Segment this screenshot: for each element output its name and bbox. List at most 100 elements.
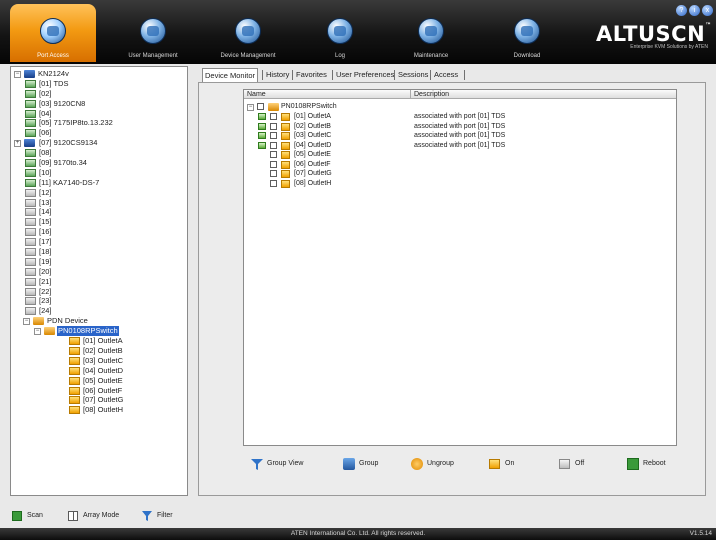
tab-history[interactable]: History xyxy=(264,68,291,82)
help-button[interactable]: ? xyxy=(676,5,687,16)
table-row[interactable]: [07] OutletG xyxy=(244,169,676,179)
tree-node-port[interactable]: [18] xyxy=(11,247,187,257)
reboot-button[interactable]: Reboot xyxy=(627,458,666,470)
tab-sessions[interactable]: Sessions xyxy=(396,68,430,82)
close-button[interactable]: x xyxy=(702,5,713,16)
row-checkbox[interactable] xyxy=(270,113,277,120)
collapse-toggle[interactable]: − xyxy=(247,104,254,111)
row-checkbox[interactable] xyxy=(257,103,264,110)
status-bar: ATEN International Co. Ltd. All rights r… xyxy=(0,528,716,540)
tree-node-pdu-switch[interactable]: − PN0108RPSwitch xyxy=(11,326,187,337)
tree-node-port[interactable]: [16] xyxy=(11,227,187,237)
port-icon xyxy=(25,257,36,266)
app-window: Port Access User Management Device Manag… xyxy=(0,0,716,540)
tab-access[interactable]: Access xyxy=(432,68,460,82)
tree-node-label: [04] OutletD xyxy=(83,365,124,375)
filter-button[interactable]: Filter xyxy=(142,510,173,522)
tree-node-outlet[interactable]: [04] OutletD xyxy=(11,366,187,376)
tree-node-port[interactable]: [15] xyxy=(11,217,187,227)
device-tree-panel[interactable]: − KN2124v [01] TDS [02] [03] 9120CN8 [04] [0… xyxy=(10,66,188,496)
nav-tab-download[interactable]: Download xyxy=(484,4,570,62)
reboot-icon xyxy=(627,458,639,470)
tree-node-port[interactable]: [05] 7175IP8to.13.232 xyxy=(11,118,187,128)
tree-node-outlet[interactable]: [03] OutletC xyxy=(11,356,187,366)
tree-node-port[interactable]: [17] xyxy=(11,237,187,247)
tree-node-label: [01] TDS xyxy=(39,78,69,88)
table-row[interactable]: [01] OutletA associated with port [01] TD… xyxy=(244,112,676,122)
tree-node-port[interactable]: [21] xyxy=(11,277,187,287)
ungroup-label: Ungroup xyxy=(427,460,454,467)
table-row[interactable]: [08] OutletH xyxy=(244,179,676,189)
column-header-name[interactable]: Name xyxy=(244,90,266,99)
tree-node-outlet[interactable]: [06] OutletF xyxy=(11,386,187,396)
tree-node-outlet[interactable]: [01] OutletA xyxy=(11,336,187,346)
outlet-description: associated with port [01] TDS xyxy=(414,113,506,120)
tree-node-port[interactable]: [23] xyxy=(11,296,187,306)
nav-tab-log[interactable]: Log xyxy=(297,4,383,62)
off-button[interactable]: Off xyxy=(559,458,584,470)
tree-node-port[interactable]: [22] xyxy=(11,287,187,297)
row-checkbox[interactable] xyxy=(270,179,277,187)
table-row[interactable]: [04] OutletD associated with port [01] TD… xyxy=(244,141,676,151)
tree-node-outlet[interactable]: [05] OutletE xyxy=(11,376,187,386)
expand-toggle[interactable]: + xyxy=(14,140,21,148)
ungroup-button[interactable]: Ungroup xyxy=(411,458,454,470)
row-checkbox[interactable] xyxy=(270,141,277,149)
tree-node-port[interactable]: [08] xyxy=(11,148,187,158)
tree-node-outlet[interactable]: [08] OutletH xyxy=(11,405,187,415)
row-checkbox[interactable] xyxy=(270,160,277,168)
tree-node-port[interactable]: [11] KA7140-DS-7 xyxy=(11,178,187,188)
row-checkbox[interactable] xyxy=(270,122,277,130)
nav-tab-maintenance[interactable]: Maintenance xyxy=(388,4,474,62)
on-button[interactable]: On xyxy=(489,458,514,470)
copyright-text: ATEN International Co. Ltd. All rights r… xyxy=(290,530,426,537)
row-checkbox[interactable] xyxy=(270,151,277,158)
port-icon xyxy=(25,129,36,138)
tree-node-port[interactable]: [02] xyxy=(11,89,187,99)
tree-node-port[interactable]: [01] TDS xyxy=(11,79,187,89)
group-view-button[interactable]: Group View xyxy=(251,458,303,470)
nav-tab-user-management[interactable]: User Management xyxy=(110,4,196,62)
tab-user-preferences[interactable]: User Preferences xyxy=(334,68,396,82)
tree-node-port[interactable]: [13] xyxy=(11,198,187,208)
tree-node-root[interactable]: − KN2124v xyxy=(11,69,187,79)
info-button[interactable]: i xyxy=(689,5,700,16)
port-icon xyxy=(25,287,36,296)
table-row[interactable]: [06] OutletF xyxy=(244,160,676,170)
table-row-switch[interactable]: − PN0108RPSwitch xyxy=(244,102,676,112)
tree-node-port[interactable]: [04] xyxy=(11,109,187,119)
nav-tab-port-access[interactable]: Port Access xyxy=(10,4,96,62)
table-row[interactable]: [03] OutletC associated with port [01] TD… xyxy=(244,131,676,141)
tree-node-port[interactable]: + [07] 9120CS9134 xyxy=(11,138,187,148)
outlet-table[interactable]: Name Description − PN0108RPSwitch [01] O… xyxy=(243,89,677,446)
tree-node-port[interactable]: [14] xyxy=(11,207,187,217)
row-checkbox[interactable] xyxy=(270,170,277,177)
table-row[interactable]: [05] OutletE xyxy=(244,150,676,160)
tree-node-port[interactable]: [10] xyxy=(11,168,187,178)
tree-node-port[interactable]: [03] 9120CN8 xyxy=(11,99,187,109)
tab-favorites[interactable]: Favorites xyxy=(294,68,329,82)
tree-node-label: [03] OutletC xyxy=(83,355,124,365)
column-header-description[interactable]: Description xyxy=(411,90,449,99)
group-button[interactable]: Group xyxy=(343,458,378,470)
table-row[interactable]: [02] OutletB associated with port [01] TD… xyxy=(244,122,676,132)
tree-node-pdu-group[interactable]: − PDN Device xyxy=(11,316,187,326)
row-checkbox[interactable] xyxy=(270,132,277,139)
tree-node-port[interactable]: [12] xyxy=(11,188,187,198)
tree-node-label: PN0108RPSwitch xyxy=(57,326,119,337)
tree-node-outlet[interactable]: [02] OutletB xyxy=(11,346,187,356)
tab-device-monitor[interactable]: Device Monitor xyxy=(202,68,259,83)
scan-button[interactable]: Scan xyxy=(12,510,43,522)
tree-node-port[interactable]: [24] xyxy=(11,306,187,316)
tree-node-port[interactable]: [06] xyxy=(11,128,187,138)
nav-tab-device-management[interactable]: Device Management xyxy=(205,4,291,62)
tree-node-port[interactable]: [19] xyxy=(11,257,187,267)
collapse-toggle[interactable]: − xyxy=(34,328,41,336)
off-label: Off xyxy=(575,460,585,467)
tree-node-outlet[interactable]: [07] OutletG xyxy=(11,395,187,405)
array-mode-button[interactable]: Array Mode xyxy=(68,510,119,522)
tree-node-port[interactable]: [20] xyxy=(11,267,187,277)
collapse-toggle[interactable]: − xyxy=(23,318,30,326)
collapse-toggle[interactable]: − xyxy=(14,71,21,78)
tree-node-port[interactable]: [09] 9170to.34 xyxy=(11,158,187,168)
